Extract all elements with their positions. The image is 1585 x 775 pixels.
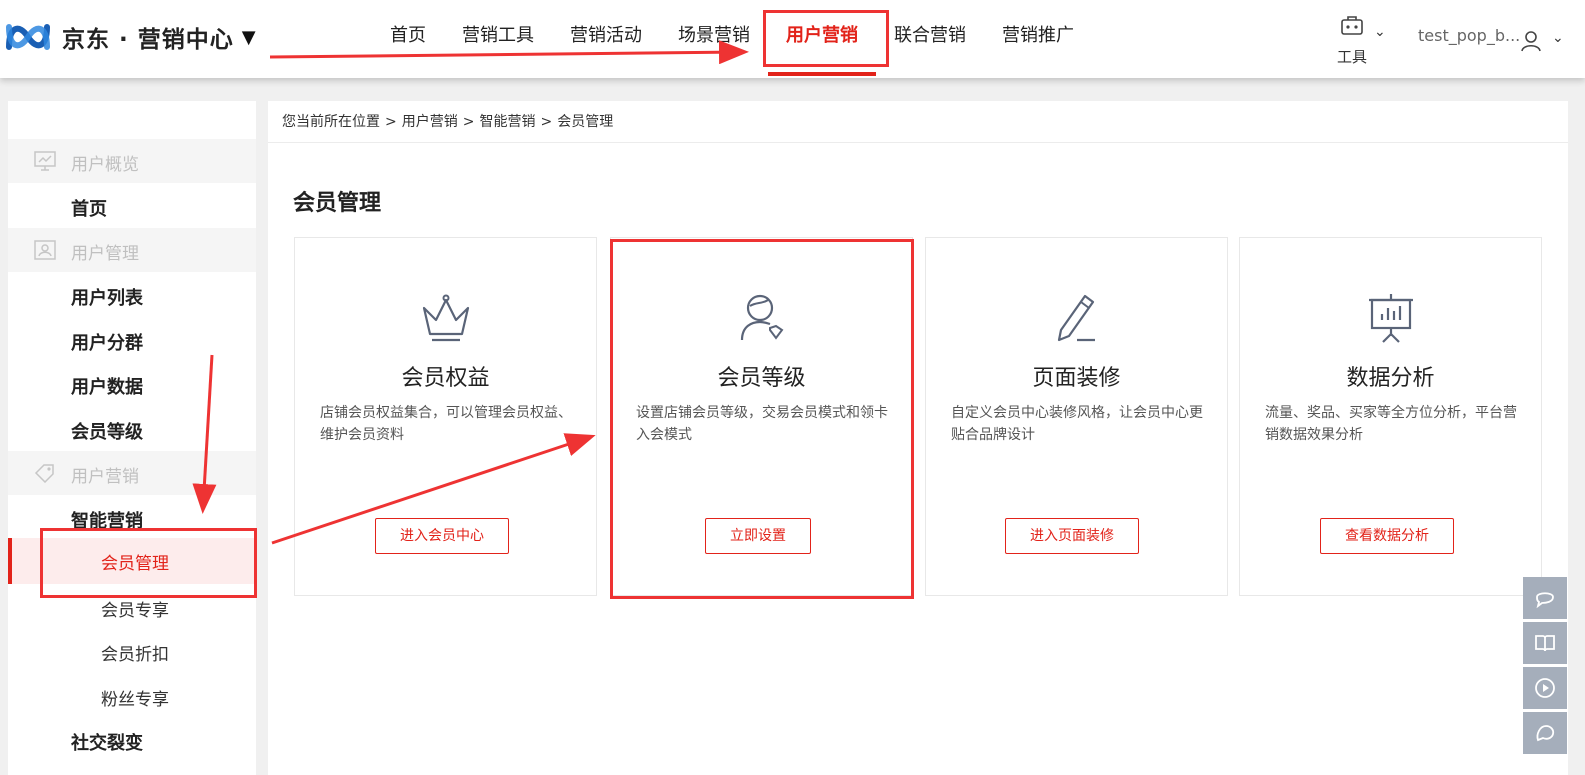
main-nav: 首页 营销工具 营销活动 场景营销 用户营销 联合营销 营销推广 [372,0,1092,76]
user-chevron-down-icon[interactable]: ⌄ [1552,30,1564,46]
user-icon[interactable] [1520,30,1542,52]
sidebar-item-member-discount[interactable]: 会员折扣 [101,640,169,665]
username[interactable]: test_pop_b... [1418,26,1520,45]
page-title: 会员管理 [293,191,382,216]
card-page-decoration: 页面装修 自定义会员中心装修风格，让会员中心更贴合品牌设计 进入页面装修 [925,237,1228,596]
tools-menu[interactable]: ⌄ 工具 [1334,10,1394,66]
top-navbar: 京东 · 营销中心 ▼ 首页 营销工具 营销活动 场景营销 用户营销 联合营销 … [0,0,1585,78]
nav-marketing-promotion[interactable]: 营销推广 [984,0,1092,72]
card-title: 页面装修 [1032,366,1121,391]
sidebar-item-label: 会员管理 [101,554,169,574]
tag-icon [34,464,54,483]
breadcrumb-sep: > [540,114,553,130]
nav-home[interactable]: 首页 [372,0,444,72]
breadcrumb-sep: > [385,114,397,130]
book-icon [1535,635,1555,652]
brand-caret-icon[interactable]: ▼ [242,27,256,48]
feedback-button[interactable] [1523,712,1567,754]
sidebar-group-label: 用户营销 [71,467,139,487]
customer-service-button[interactable] [1523,577,1567,619]
sidebar-item-user-segment[interactable]: 用户分群 [71,329,143,355]
breadcrumb-current: 会员管理 [557,114,614,130]
user-card-icon [34,240,56,260]
nav-marketing-activities[interactable]: 营销活动 [552,0,660,72]
member-level-icon [740,294,784,341]
enter-member-center-button[interactable]: 进入会员中心 [375,518,509,554]
card-description: 流量、奖品、买家等全方位分析，平台营销数据效果分析 [1265,405,1517,443]
sidebar-group-user-management: 用户管理 [8,228,256,272]
crown-icon [422,294,470,342]
card-description: 设置店铺会员等级，交易会员模式和领卡入会模式 [636,405,888,443]
brand-logo[interactable]: 京东 · 营销中心 ▼ [6,16,256,58]
card-title: 数据分析 [1346,366,1435,391]
tools-label: 工具 [1337,48,1368,66]
sidebar-item-user-list[interactable]: 用户列表 [71,284,143,310]
card-title: 会员等级 [717,366,806,391]
sidebar-item-user-data[interactable]: 用户数据 [71,373,143,399]
video-tutorial-button[interactable] [1523,667,1567,709]
sidebar: 用户概览 首页 用户管理 用户列表 用户分群 用户数据 会员等级 用户营销 智能… [8,101,256,775]
chevron-down-icon: ⌄ [1374,24,1386,40]
nav-user-marketing[interactable]: 用户营销 [768,0,876,76]
presentation-chart-icon [1369,294,1413,343]
card-member-level: 会员等级 设置店铺会员等级，交易会员模式和领卡入会模式 立即设置 [610,237,913,596]
sidebar-group-label: 用户概览 [71,155,139,175]
toolbox-icon [1341,16,1363,35]
sidebar-item-fan-exclusive[interactable]: 粉丝专享 [101,685,169,710]
sidebar-group-label: 用户管理 [71,244,139,264]
jd-logo-icon [6,24,50,50]
breadcrumb: 您当前所在位置 > 用户营销 > 智能营销 > 会员管理 [268,101,1568,143]
breadcrumb-sep: > [462,114,475,130]
pen-icon [1057,294,1095,342]
breadcrumb-item[interactable]: 智能营销 [479,114,535,130]
chat-icon [1536,592,1554,609]
sidebar-item-home[interactable]: 首页 [71,195,107,221]
guide-book-button[interactable] [1523,622,1567,664]
view-data-analysis-button[interactable]: 查看数据分析 [1320,518,1454,554]
nav-scene-marketing[interactable]: 场景营销 [660,0,768,72]
card-data-analysis: 数据分析 流量、奖品、买家等全方位分析，平台营销数据效果分析 查看数据分析 [1239,237,1542,596]
setup-now-button[interactable]: 立即设置 [705,518,811,554]
sidebar-item-smart-marketing[interactable]: 智能营销 [71,507,143,533]
main-content: 您当前所在位置 > 用户营销 > 智能营销 > 会员管理 会员管理 会员权益 店铺会员权益集… [268,101,1568,775]
sidebar-item-member-level[interactable]: 会员等级 [71,418,143,444]
card-description: 店铺会员权益集合，可以管理会员权益、维护会员资料 [320,405,572,443]
sidebar-item-member-exclusive[interactable]: 会员专享 [101,596,169,621]
nav-marketing-tools[interactable]: 营销工具 [444,0,552,72]
breadcrumb-item[interactable]: 用户营销 [402,114,458,130]
card-member-benefits: 会员权益 店铺会员权益集合，可以管理会员权益、维护会员资料 进入会员中心 [294,237,597,596]
breadcrumb-prefix: 您当前所在位置 [282,114,380,130]
dashboard-icon [34,151,56,171]
active-indicator [8,538,12,584]
sidebar-item-social-fission[interactable]: 社交裂变 [71,729,143,755]
nav-joint-marketing[interactable]: 联合营销 [876,0,984,72]
sidebar-group-user-overview: 用户概览 [8,139,256,183]
play-icon [1535,678,1555,698]
enter-page-decoration-button[interactable]: 进入页面装修 [1005,518,1139,554]
feedback-icon [1536,725,1555,742]
sidebar-group-user-marketing: 用户营销 [8,451,256,495]
card-title: 会员权益 [401,366,490,391]
card-description: 自定义会员中心装修风格，让会员中心更贴合品牌设计 [951,405,1203,443]
brand-name: 京东 · 营销中心 [62,27,234,53]
sidebar-item-member-manage[interactable]: 会员管理 [8,538,256,584]
